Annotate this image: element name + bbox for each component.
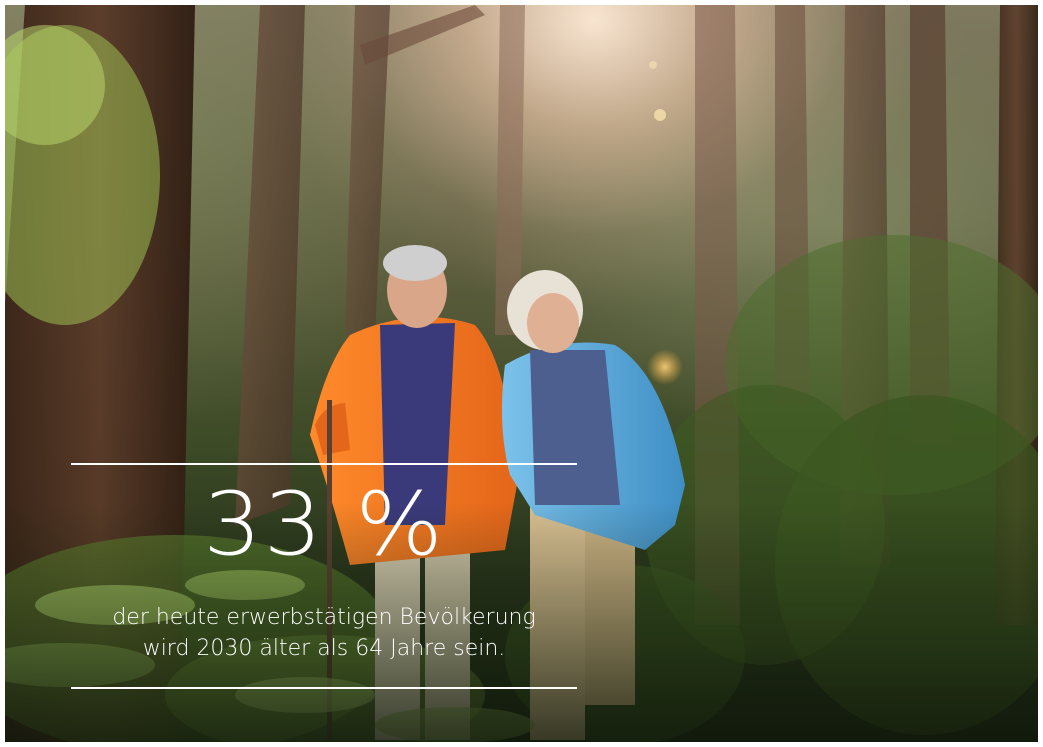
lens-flares [647, 61, 683, 385]
caption-line-2: wird 2030 älter als 64 Jahre sein. [142, 636, 506, 661]
caption-line-1: der heute erwerbstätigen Bevölkerung [112, 605, 536, 630]
statistic-overlay: 33 % der heute erwerbstätigen Bevölkerun… [71, 463, 577, 689]
statistic-caption: der heute erwerbstätigen Bevölkerung wir… [71, 602, 577, 664]
bottom-divider [71, 687, 577, 689]
top-divider [71, 463, 577, 465]
statistic-value: 33 % [203, 473, 445, 576]
